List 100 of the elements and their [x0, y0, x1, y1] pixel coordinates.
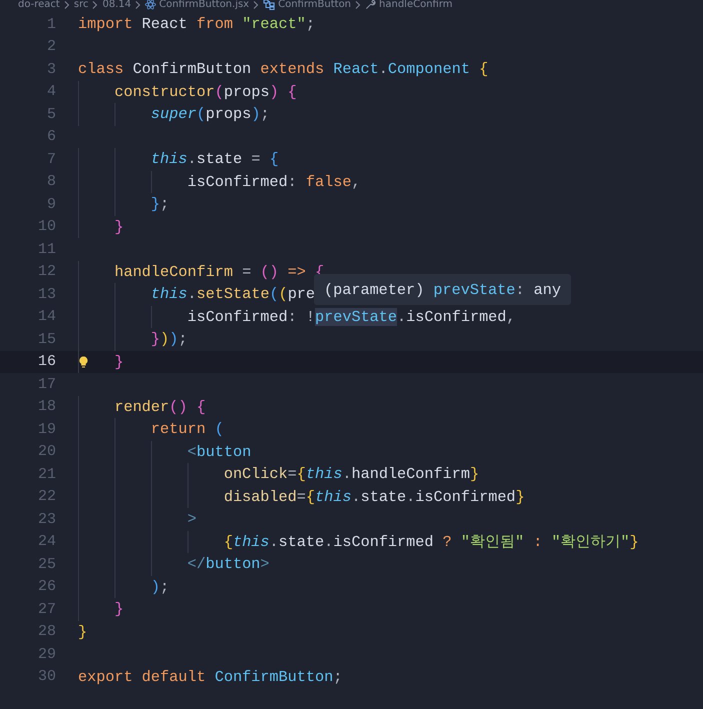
code-token: () {	[169, 398, 206, 416]
line-number: 13	[36, 286, 56, 303]
line-number: 15	[36, 330, 56, 348]
code-token: }	[78, 622, 88, 641]
line-number: 5	[46, 106, 56, 123]
code-token: from	[196, 15, 234, 34]
code-token: Component	[388, 60, 471, 78]
chevron-icon	[92, 0, 98, 8]
code-token: isConfirmed	[333, 532, 435, 551]
code-token: :	[288, 172, 298, 191]
code-token: )	[251, 105, 260, 124]
line-number: 26	[36, 578, 56, 596]
code-token: extends	[260, 60, 326, 78]
code-token: }	[114, 600, 124, 618]
line-number: 24	[36, 533, 56, 550]
line-number: 10	[36, 218, 56, 236]
code-token: .	[351, 488, 361, 506]
lightbulb-icon[interactable]	[79, 356, 88, 368]
line-number: 30	[36, 668, 56, 686]
line-number: 18	[36, 398, 56, 416]
code-token: }	[150, 195, 160, 214]
code-token: }	[150, 330, 160, 348]
code-token: pre	[288, 285, 316, 304]
code-token: .	[406, 488, 416, 506]
code-token: React	[140, 15, 188, 34]
code-token: setState	[196, 285, 270, 304]
line-number: 28	[36, 623, 56, 640]
code-token: "확인됨"	[460, 532, 526, 552]
code-token: "react"	[242, 15, 306, 34]
code-token: ConfirmButton	[214, 668, 334, 686]
code-token: (	[196, 105, 206, 124]
code-token: isConfirmed	[415, 488, 516, 506]
code-token: .	[187, 150, 197, 168]
code-token: isConfirmed	[187, 172, 288, 191]
wrench-icon	[365, 0, 376, 10]
code-token: (	[278, 285, 288, 304]
code-token: ,	[351, 172, 361, 191]
code-token: {	[296, 465, 306, 484]
code-token: this	[150, 285, 188, 304]
code-token: :	[533, 532, 544, 551]
code-token: super	[150, 105, 196, 124]
code-token: ConfirmButton	[132, 60, 252, 78]
code-token: =	[250, 150, 262, 168]
code-token: ;	[260, 105, 270, 124]
code-token: state	[196, 150, 242, 168]
hovered-identifier: prevState	[315, 308, 398, 326]
line-number: 17	[36, 376, 56, 393]
code-token: =	[241, 262, 252, 281]
code-token: {	[269, 150, 279, 168]
breadcrumb-item[interactable]: src	[74, 0, 88, 10]
code-token: ) {	[269, 82, 297, 101]
line-number: 29	[36, 646, 56, 663]
code-token: ;	[160, 195, 170, 214]
code-token: ;	[333, 668, 342, 686]
code-token: =>	[288, 262, 307, 281]
code-token: (	[269, 285, 279, 304]
code-token: this	[306, 465, 342, 484]
chevron-icon	[64, 0, 70, 8]
code-token: .	[269, 532, 279, 551]
code-token: :	[515, 280, 526, 298]
code-token: disabled	[224, 488, 297, 506]
code-token: =	[296, 488, 306, 506]
line-number: 14	[36, 308, 56, 326]
code-token: }	[516, 488, 525, 506]
code-token: )	[160, 330, 170, 348]
line-number: 27	[36, 600, 56, 618]
code-token: }	[630, 532, 639, 551]
code-token: {	[306, 488, 315, 506]
code-token: :	[288, 308, 298, 326]
code-token: prevState	[433, 280, 516, 298]
code-token: state	[278, 532, 324, 551]
chevron-icon	[355, 0, 362, 8]
line-number: 3	[46, 60, 56, 78]
class-icon	[263, 0, 276, 10]
code-token: false	[306, 172, 352, 191]
line-number: 23	[36, 510, 56, 528]
code-token: .	[324, 532, 334, 551]
code-token: }	[114, 218, 124, 236]
code-token: }	[114, 352, 124, 371]
code-token: ;	[306, 15, 316, 34]
line-number: 20	[36, 443, 56, 460]
line-number: 11	[36, 240, 56, 258]
code-token: }	[470, 465, 480, 484]
code-token: isConfirmed	[187, 308, 288, 326]
code-token: return	[150, 420, 207, 438]
code-token: class	[78, 60, 124, 78]
react-atom-icon	[145, 0, 156, 10]
code-token: "확인하기"	[551, 532, 630, 552]
line-number: 8	[46, 173, 56, 190]
code-token: props	[206, 105, 252, 124]
chevron-icon	[253, 0, 260, 8]
code-token: state	[360, 488, 406, 506]
code-token: button	[196, 442, 252, 461]
code-token: constructor	[114, 82, 215, 101]
code-token: {	[479, 60, 488, 78]
code-token: )	[169, 330, 178, 348]
code-token: import	[78, 15, 133, 34]
code-token: handleConfirm	[351, 465, 470, 484]
line-number: 6	[46, 128, 56, 146]
code-token: .	[187, 285, 197, 304]
